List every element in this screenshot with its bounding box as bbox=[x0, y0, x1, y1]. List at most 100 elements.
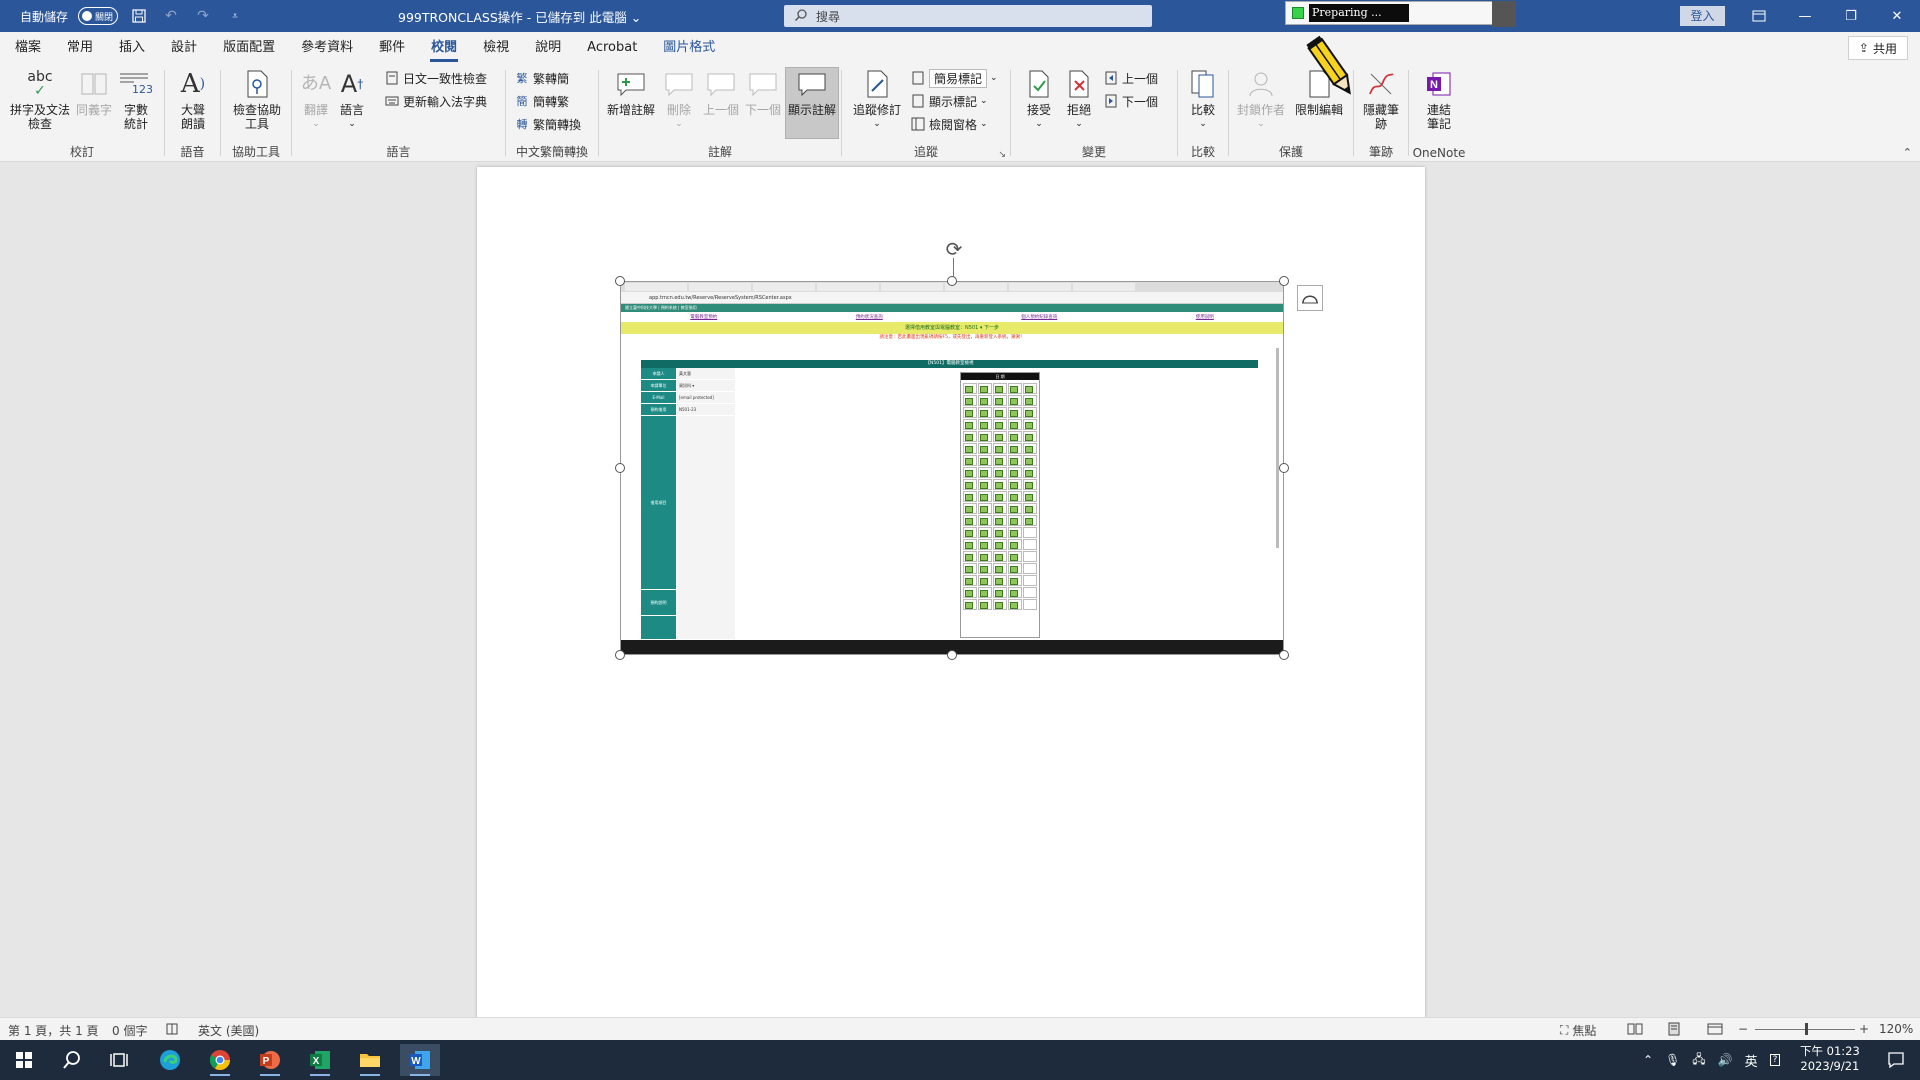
save-icon[interactable] bbox=[128, 5, 150, 27]
word-count-button[interactable]: 123 字數 統計 bbox=[116, 68, 156, 131]
reject-button[interactable]: 拒絕 ⌄ bbox=[1061, 68, 1097, 131]
signin-button[interactable]: 登入 bbox=[1680, 6, 1725, 26]
search-box[interactable]: 搜尋 bbox=[784, 5, 1152, 27]
read-mode-icon[interactable] bbox=[1627, 1022, 1643, 1036]
network-icon[interactable]: 🖧 bbox=[1692, 1050, 1705, 1071]
thesaurus-button[interactable]: 同義字 bbox=[72, 68, 116, 117]
language-status[interactable]: 英文 (美國) bbox=[198, 1022, 259, 1039]
focus-button[interactable]: ⛶ 焦點 bbox=[1560, 1022, 1596, 1039]
jp-consistency-button[interactable]: 日文一致性檢查 bbox=[384, 68, 487, 88]
volume-icon[interactable]: 🔊 bbox=[1718, 1053, 1733, 1067]
tab-picture-format[interactable]: 圖片格式 bbox=[650, 32, 728, 64]
resize-handle-s[interactable] bbox=[947, 650, 957, 660]
read-aloud-button[interactable]: A) 大聲 朗讀 bbox=[176, 68, 210, 131]
compare-button[interactable]: 比較 ⌄ bbox=[1186, 68, 1220, 131]
delete-comment-button[interactable]: 刪除 ⌄ bbox=[659, 68, 699, 131]
show-markup-button[interactable]: 顯示標記 ⌄ bbox=[910, 91, 988, 111]
autosave-toggle[interactable]: 關閉 bbox=[78, 7, 119, 25]
task-view-icon[interactable] bbox=[100, 1044, 140, 1076]
ribbon-display-options-icon[interactable] bbox=[1736, 0, 1782, 32]
file-explorer-icon[interactable] bbox=[350, 1044, 390, 1076]
markup-mode-dropdown[interactable]: 簡易標記 ⌄ bbox=[910, 68, 998, 88]
resize-handle-sw[interactable] bbox=[615, 650, 625, 660]
track-changes-button[interactable]: 追蹤修訂 ⌄ bbox=[852, 68, 902, 131]
zoom-level[interactable]: 120% bbox=[1879, 1022, 1913, 1036]
zoom-out-icon[interactable]: − bbox=[1738, 1022, 1748, 1036]
tracking-options-launcher-icon[interactable]: ↘ bbox=[998, 150, 1006, 160]
resize-handle-ne[interactable] bbox=[1279, 276, 1289, 286]
resize-handle-w[interactable] bbox=[615, 463, 625, 473]
tab-help[interactable]: 說明 bbox=[522, 32, 574, 64]
resize-handle-n[interactable] bbox=[947, 276, 957, 286]
resize-handle-nw[interactable] bbox=[615, 276, 625, 286]
page-count[interactable]: 第 1 頁，共 1 頁 bbox=[8, 1022, 99, 1039]
resize-handle-se[interactable] bbox=[1279, 650, 1289, 660]
embedded-calendar-cell bbox=[1008, 431, 1022, 442]
next-change-button[interactable]: 下一個 bbox=[1103, 91, 1158, 111]
resize-handle-e[interactable] bbox=[1279, 463, 1289, 473]
to-simplified-button[interactable]: 繁 繁轉簡 bbox=[514, 68, 570, 88]
tab-review[interactable]: 校閱 bbox=[418, 32, 470, 64]
next-comment-button[interactable]: 下一個 bbox=[743, 68, 783, 117]
close-icon[interactable]: ✕ bbox=[1874, 0, 1920, 32]
word-count[interactable]: 0 個字 bbox=[112, 1022, 147, 1039]
accept-button[interactable]: 接受 ⌄ bbox=[1021, 68, 1057, 131]
print-layout-icon[interactable] bbox=[1667, 1022, 1681, 1036]
language-label: 語言 bbox=[339, 103, 364, 117]
redo-icon[interactable]: ↷ bbox=[192, 5, 214, 27]
to-traditional-button[interactable]: 簡 簡轉繁 bbox=[514, 91, 570, 111]
check-accessibility-button[interactable]: 檢查協助 工具 bbox=[229, 68, 285, 131]
share-button[interactable]: ⇪ 共用 bbox=[1847, 36, 1908, 60]
tab-view[interactable]: 檢視 bbox=[470, 32, 522, 64]
ime-update-button[interactable]: 更新輸入法字典 bbox=[384, 91, 487, 111]
microphone-icon[interactable]: 🎙 bbox=[1665, 1053, 1680, 1067]
tab-layout[interactable]: 版面配置 bbox=[210, 32, 288, 64]
hide-ink-button[interactable]: 隱藏筆 跡 bbox=[1362, 68, 1400, 131]
selected-image[interactable]: app.tmcn.edu.tw/Reserve/ReserveSystem/RS… bbox=[615, 276, 1289, 660]
document-title[interactable]: 999TRONCLASS操作 - 已儲存到 此電腦 ⌄ bbox=[398, 7, 641, 26]
layout-options-button[interactable] bbox=[1297, 285, 1323, 311]
embedded-calendar-cell bbox=[993, 563, 1007, 574]
collapse-ribbon-icon[interactable]: ⌃ bbox=[1903, 146, 1912, 159]
tab-acrobat[interactable]: Acrobat bbox=[574, 32, 650, 64]
web-layout-icon[interactable] bbox=[1707, 1022, 1723, 1036]
prev-change-button[interactable]: 上一個 bbox=[1103, 68, 1158, 88]
convert-button[interactable]: 轉 繁簡轉換 bbox=[514, 114, 582, 134]
taskbar-clock[interactable]: 下午 01:23 2023/9/21 bbox=[1800, 1044, 1860, 1074]
prev-comment-button[interactable]: 上一個 bbox=[701, 68, 741, 117]
zoom-in-icon[interactable]: + bbox=[1859, 1022, 1869, 1036]
spelling-button[interactable]: abc ✓ 拼字及文法 檢查 bbox=[8, 68, 72, 131]
tray-overflow-icon[interactable]: ⌃ bbox=[1643, 1053, 1653, 1067]
rotate-handle-icon[interactable]: ⟳ bbox=[941, 236, 967, 262]
notification-center-icon[interactable] bbox=[1876, 1044, 1916, 1076]
ime-indicator[interactable]: 英 bbox=[1745, 1051, 1758, 1070]
undo-icon[interactable]: ↶ bbox=[160, 5, 182, 27]
chrome-browser-icon[interactable] bbox=[200, 1044, 240, 1076]
block-authors-button[interactable]: 封鎖作者 ⌄ bbox=[1235, 68, 1287, 131]
excel-icon[interactable]: X bbox=[300, 1044, 340, 1076]
customize-qat-icon[interactable]: ⩡ bbox=[224, 5, 246, 27]
tab-design[interactable]: 設計 bbox=[158, 32, 210, 64]
linked-notes-button[interactable]: N 連結 筆記 bbox=[1421, 68, 1457, 131]
review-pane-button[interactable]: 檢閱窗格 ⌄ bbox=[910, 114, 988, 134]
new-comment-button[interactable]: 新增註解 bbox=[605, 68, 657, 117]
show-comments-button[interactable]: 顯示註解 bbox=[785, 67, 839, 139]
taskbar-search-icon[interactable] bbox=[52, 1044, 92, 1076]
proofing-status-icon[interactable] bbox=[165, 1022, 179, 1036]
edge-browser-icon[interactable] bbox=[150, 1044, 190, 1076]
translate-button[interactable]: あA 翻譯 ⌄ bbox=[300, 68, 332, 131]
word-icon[interactable]: W bbox=[400, 1044, 440, 1076]
tab-references[interactable]: 參考資料 bbox=[288, 32, 366, 64]
ime-mode-icon[interactable]: ? bbox=[1769, 1054, 1781, 1066]
language-button[interactable]: A † 語言 ⌄ bbox=[336, 68, 368, 131]
tab-home[interactable]: 常用 bbox=[54, 32, 106, 64]
minimize-icon[interactable]: — bbox=[1782, 0, 1828, 32]
tab-mailings[interactable]: 郵件 bbox=[366, 32, 418, 64]
tab-insert[interactable]: 插入 bbox=[106, 32, 158, 64]
windows-start-icon[interactable] bbox=[4, 1044, 44, 1076]
powerpoint-icon[interactable]: P bbox=[250, 1044, 290, 1076]
zoom-slider-thumb[interactable] bbox=[1805, 1023, 1808, 1035]
restore-icon[interactable]: ❐ bbox=[1828, 0, 1874, 32]
tab-file[interactable]: 檔案 bbox=[2, 32, 54, 64]
read-aloud-label: 大聲 朗讀 bbox=[180, 103, 205, 131]
